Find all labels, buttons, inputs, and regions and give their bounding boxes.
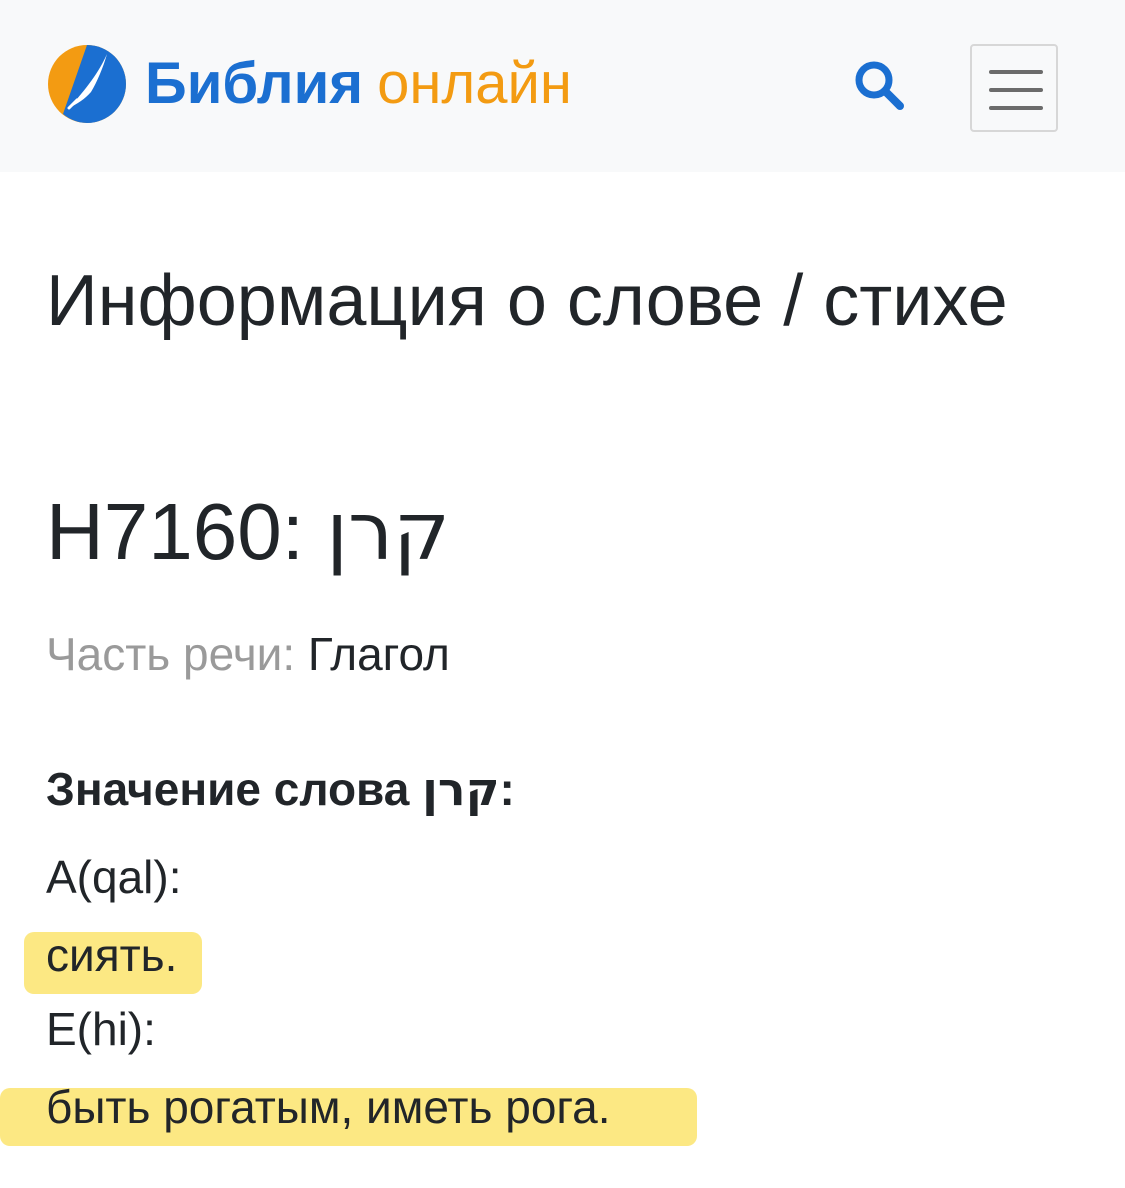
- menu-line: [989, 70, 1043, 74]
- menu-line: [989, 106, 1043, 110]
- meaning-heading: Значение слова קרן:: [46, 760, 515, 818]
- page-title: Информация о слове / стихе: [46, 261, 1008, 341]
- word-title: H7160: קרן: [46, 484, 450, 580]
- meaning-label: Значение слова: [46, 763, 410, 815]
- brand-subtitle: онлайн: [377, 51, 572, 116]
- site-brand[interactable]: Библия онлайн: [47, 42, 572, 126]
- menu-line: [989, 88, 1043, 92]
- quill-logo-icon: [48, 45, 126, 123]
- meaning-hebrew-word: קרן: [422, 762, 500, 816]
- part-of-speech-value: Глагол: [307, 628, 450, 680]
- hamburger-menu-button[interactable]: [970, 44, 1058, 132]
- meaning-text: быть рогатым, иметь рога.: [46, 1081, 611, 1133]
- meaning-stem: A(qal):: [46, 851, 182, 903]
- meaning-stem: E(hi):: [46, 1003, 156, 1055]
- meaning-text: сиять.: [46, 929, 178, 981]
- brand-name: Библия: [145, 51, 364, 116]
- strong-number: H7160:: [46, 487, 304, 576]
- hebrew-word: קרן: [326, 485, 450, 578]
- meaning-colon: :: [499, 763, 515, 815]
- part-of-speech-label: Часть речи:: [46, 628, 296, 680]
- part-of-speech: Часть речи: Глагол: [46, 626, 450, 682]
- search-icon: [855, 61, 904, 110]
- search-button[interactable]: [848, 54, 910, 116]
- navbar: Библия онлайн: [0, 0, 1125, 172]
